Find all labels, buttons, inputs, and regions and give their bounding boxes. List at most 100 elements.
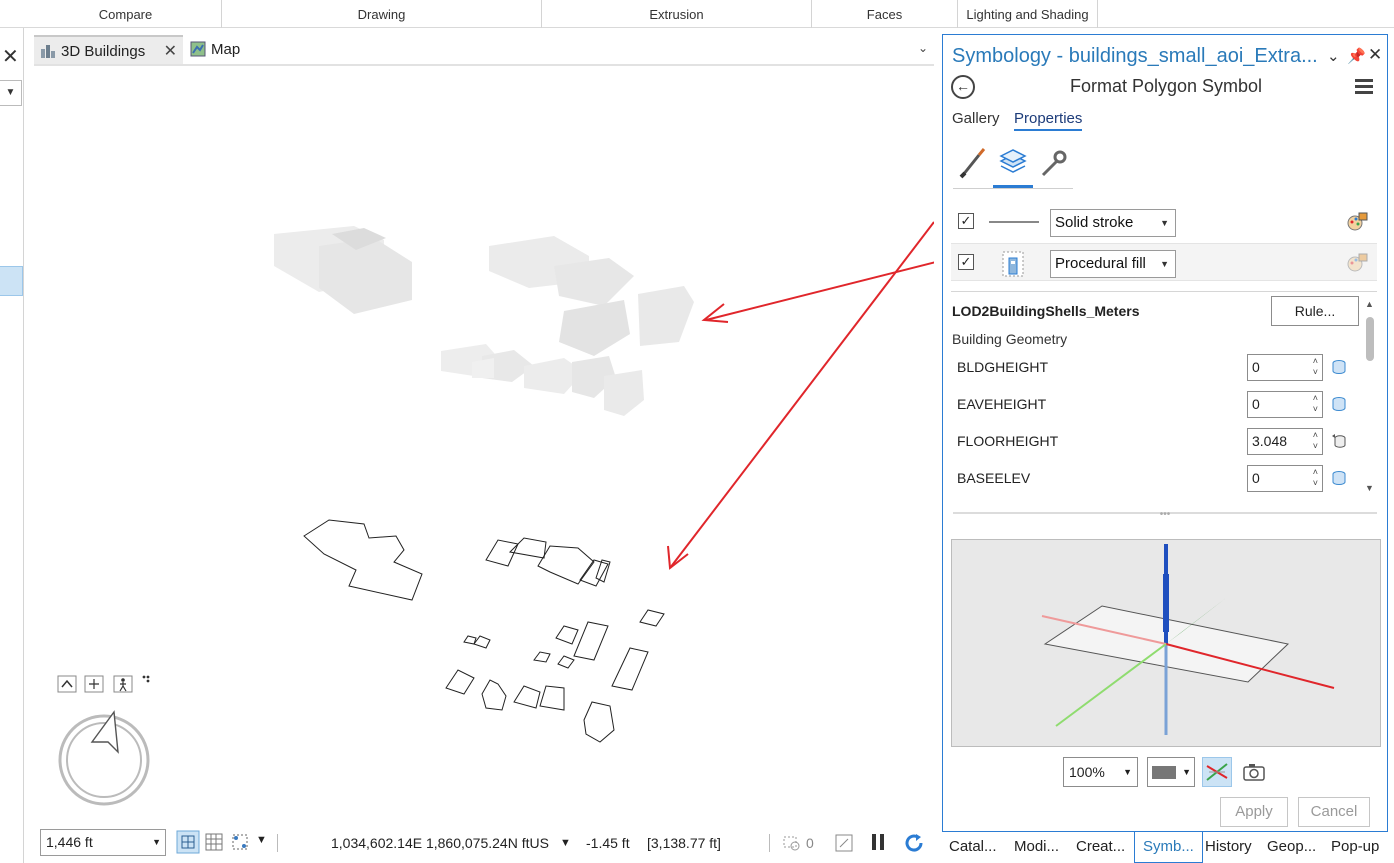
selection-count-icon[interactable] [782,833,802,853]
symbol-layer-stroke[interactable]: ✓ Solid stroke ▼ [951,203,1377,241]
database-icon[interactable] [1331,359,1347,375]
scene-icon [41,45,55,58]
grid-icon[interactable] [204,832,224,852]
ribbon-group-drawing: Drawing [222,0,542,28]
layers-icon[interactable] [997,145,1029,181]
selected-pane-item[interactable] [0,266,23,296]
rule-button[interactable]: Rule... [1271,296,1359,326]
pause-icon[interactable] [869,832,887,852]
apply-button[interactable]: Apply [1220,797,1288,827]
menu-icon[interactable] [1355,79,1373,97]
symbol-preview[interactable] [951,539,1381,747]
background-swatch [1152,766,1176,779]
param-value: 3.048 [1252,433,1288,449]
layer-checkbox[interactable]: ✓ [958,213,974,229]
brush-icon[interactable] [957,145,989,181]
refresh-map-icon[interactable] [834,833,854,853]
scale-dropdown[interactable]: 1,446 ft ▼ [40,829,166,856]
param-value-input[interactable]: 0 ˄ ˅ [1247,391,1323,418]
show-axes-toggle[interactable] [1202,757,1232,787]
chevron-down-icon[interactable]: ▼ [1365,483,1374,493]
chevron-down-icon[interactable]: ▼ [0,80,22,106]
topology-icon[interactable] [230,832,250,852]
chevron-down-icon[interactable]: ⌄ [1327,47,1340,65]
param-name: BLDGHEIGHT [957,359,1049,375]
chevron-down-icon: ▼ [152,837,161,847]
map-icon [190,41,206,57]
ribbon-group-lighting: Lighting and Shading [958,0,1098,28]
layer-type-value: Procedural fill [1055,255,1146,272]
params-scrollbar[interactable]: ▲ ▼ [1364,299,1376,495]
ribbon-group-compare: Compare [30,0,222,28]
pane-title: Symbology - buildings_small_aoi_Extra... [952,45,1318,67]
chevron-down-icon[interactable]: ▼ [560,828,571,858]
tab-label: 3D Buildings [61,43,146,60]
close-icon[interactable]: ✕ [1368,45,1382,65]
left-pane-edge: ✕ ▼ [0,28,24,863]
spinner-arrows[interactable]: ˄ ˅ [1313,467,1318,489]
layer-type-dropdown[interactable]: Procedural fill ▼ [1050,250,1176,278]
database-icon[interactable] [1331,470,1347,486]
close-icon[interactable]: ✕ [164,37,177,67]
close-icon[interactable]: ✕ [2,44,19,69]
distance-readout: [3,138.77 ft] [647,835,721,851]
refresh-icon[interactable] [902,831,926,855]
database-reset-icon[interactable] [1331,433,1347,449]
pin-icon[interactable]: 📌 [1347,47,1366,65]
chevron-down-icon[interactable]: ⌄ [918,41,928,55]
param-row-floorheight: FLOORHEIGHT 3.048 ˄ ˅ [957,425,1349,459]
symbology-pane: Symbology - buildings_small_aoi_Extra...… [942,34,1388,832]
scrollbar-thumb[interactable] [1366,317,1374,361]
navigator-widget[interactable] [57,675,150,806]
layer-checkbox[interactable]: ✓ [958,254,974,270]
tab-map[interactable]: Map [190,35,280,65]
color-lock-icon[interactable] [1346,211,1368,233]
param-value-input[interactable]: 3.048 ˄ ˅ [1247,428,1323,455]
layer-type-dropdown[interactable]: Solid stroke ▼ [1050,209,1176,237]
preview-zoom-dropdown[interactable]: 100% ▼ [1063,757,1138,787]
param-value: 0 [1252,470,1260,486]
database-icon[interactable] [1331,396,1347,412]
tab-create[interactable]: Creat... [1076,832,1125,863]
tab-history[interactable]: History [1205,832,1252,863]
scale-value: 1,446 ft [46,834,93,850]
tab-popup[interactable]: Pop-up [1331,832,1379,863]
chevron-down-icon: ▼ [1182,767,1191,777]
grid-snap-icon[interactable] [176,830,200,854]
divider [953,188,1073,189]
param-row-bldgheight: BLDGHEIGHT 0 ˄ ˅ [957,351,1349,385]
tab-3d-buildings[interactable]: 3D Buildings ✕ [34,35,183,65]
scene-graphics [57,221,934,806]
tab-properties[interactable]: Properties [1014,110,1083,131]
wrench-icon[interactable] [1037,145,1069,181]
camera-icon[interactable] [1243,763,1265,781]
preview-background-dropdown[interactable]: ▼ [1147,757,1195,787]
param-group-label: Building Geometry [952,331,1068,347]
param-value-input[interactable]: 0 ˄ ˅ [1247,465,1323,492]
layer-type-value: Solid stroke [1055,214,1134,231]
chevron-down-icon[interactable]: ▼ [256,834,267,846]
tab-symbology[interactable]: Symb... [1134,832,1203,863]
symbol-layer-fill[interactable]: ✓ Procedural fill ▼ [951,243,1377,281]
zoom-value: 100% [1069,764,1105,780]
tab-geoprocessing[interactable]: Geop... [1267,832,1316,863]
chevron-down-icon: ▼ [1123,767,1132,777]
color-lock-icon[interactable] [1346,252,1368,274]
procedural-fill-icon [1002,251,1024,277]
param-value: 0 [1252,396,1260,412]
elevation-readout: -1.45 ft [586,835,630,851]
3d-scene-canvas[interactable] [34,64,934,828]
param-value-input[interactable]: 0 ˄ ˅ [1247,354,1323,381]
tab-gallery[interactable]: Gallery [952,110,1000,127]
tab-modify[interactable]: Modi... [1014,832,1059,863]
spinner-arrows[interactable]: ˄ ˅ [1313,356,1318,378]
tab-catalog[interactable]: Catal... [949,832,997,863]
chevron-up-icon[interactable]: ▲ [1365,299,1374,309]
spinner-arrows[interactable]: ˄ ˅ [1313,393,1318,415]
spinner-arrows[interactable]: ˄ ˅ [1313,430,1318,452]
ribbon-group-extrusion: Extrusion [542,0,812,28]
param-row-eaveheight: EAVEHEIGHT 0 ˄ ˅ [957,388,1349,422]
cancel-button[interactable]: Cancel [1298,797,1370,827]
pane-splitter[interactable]: ••• [953,510,1377,520]
map-view-container: 3D Buildings ✕ Map ⌄ 1,446 ft ▼ ▼ 1,034,… [24,28,942,863]
